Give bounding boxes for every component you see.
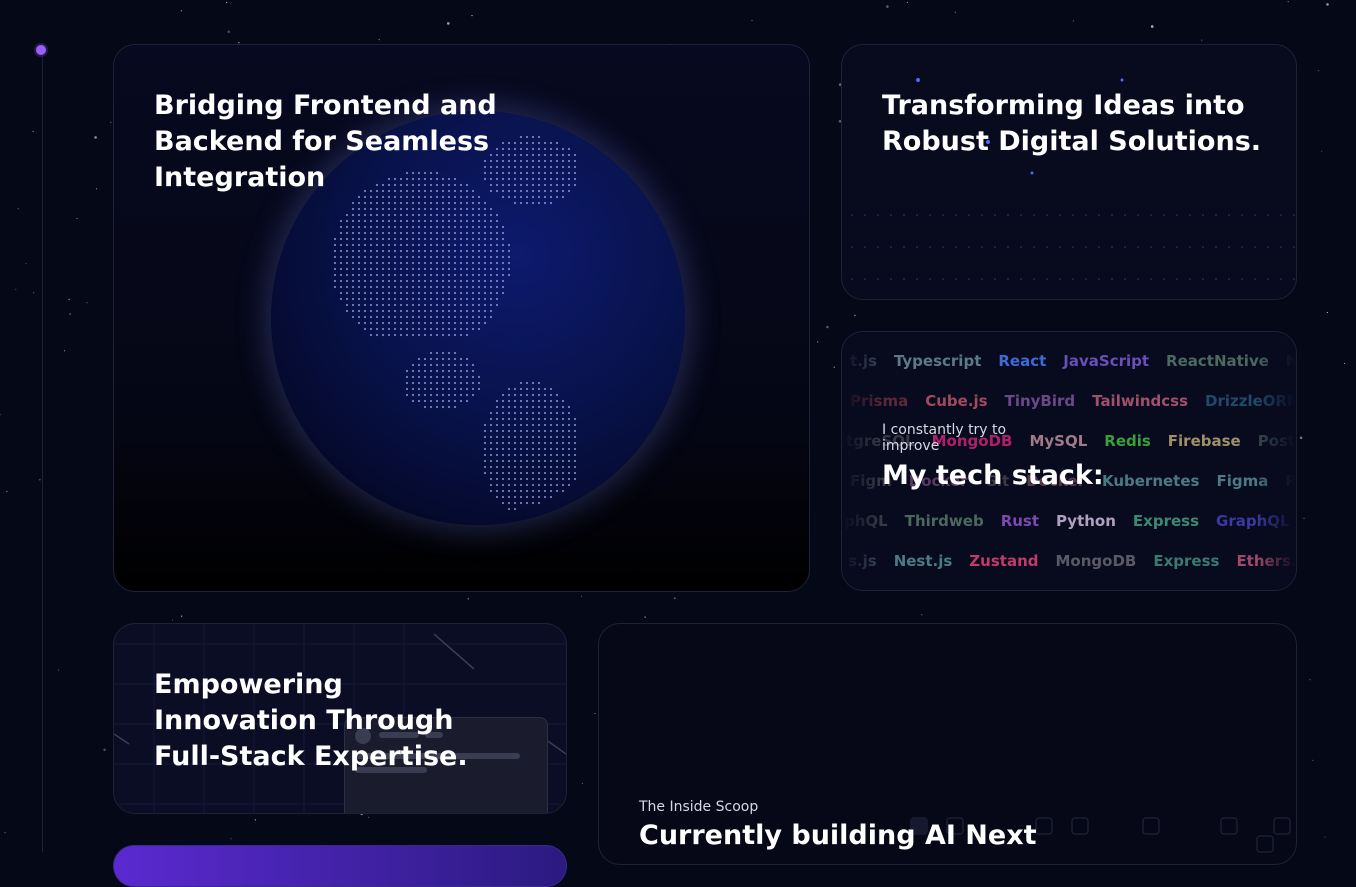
tech-stack-subtitle: I constantly try to improve	[882, 422, 1007, 454]
tech-stack-item: JavaScript	[1063, 352, 1150, 370]
tech-stack-card: t.jsTypescriptReactJavaScriptReactNative…	[841, 331, 1297, 591]
inside-scoop-title: Currently building AI Next	[639, 820, 1037, 851]
tech-stack-row: t.jsTypescriptReactJavaScriptReactNative…	[850, 352, 1296, 370]
tech-stack-item: MongoDB	[1055, 552, 1137, 570]
tech-stack-item: ReactNative	[1166, 352, 1269, 370]
tech-stack-item: Rust	[1000, 512, 1040, 530]
tech-stack-item: TinyBird	[1004, 392, 1076, 410]
purple-card	[113, 845, 567, 887]
tech-stack-item: Firebase	[1167, 432, 1241, 450]
globe-card-title: Bridging Frontend and Backend for Seamle…	[154, 90, 497, 193]
empower-card: Empowering Innovation Through Full-Stack…	[113, 623, 567, 814]
empower-card-title: Empowering Innovation Through Full-Stack…	[154, 669, 468, 772]
tech-stack-row: s.jsNest.jsZustandMongoDBExpressEthers.j…	[848, 552, 1296, 570]
tech-stack-title: My tech stack:	[882, 460, 1104, 491]
tech-stack-row: phQLThirdwebRustPythonExpressGraphQLT	[844, 512, 1296, 530]
tech-stack-item: Typescript	[893, 352, 982, 370]
tech-stack-item: Express	[1132, 512, 1200, 530]
tech-stack-item: Redis	[1104, 432, 1151, 450]
tech-stack-item: Zustand	[969, 552, 1039, 570]
globe-card: Bridging Frontend and Backend for Seamle…	[113, 44, 810, 592]
inside-scoop-card: The Inside Scoop Currently building AI N…	[598, 623, 1297, 865]
timeline-line	[42, 52, 43, 852]
ideas-card-title: Transforming Ideas into Robust Digital S…	[882, 90, 1262, 157]
tech-stack-item: Nest.js	[893, 552, 953, 570]
ideas-card: Transforming Ideas into Robust Digital S…	[841, 44, 1297, 300]
dot-grid-background	[851, 78, 1295, 280]
timeline-dot	[36, 45, 46, 55]
tech-stack-item: Python	[1056, 512, 1116, 530]
tech-stack-item: React	[998, 352, 1047, 370]
tech-stack-row: PrismaCube.jsTinyBirdTailwindcssDrizzleO…	[850, 392, 1296, 410]
inside-scoop-subtitle: The Inside Scoop	[639, 799, 759, 815]
tech-stack-item: Thirdweb	[904, 512, 984, 530]
tech-stack-item: Express	[1153, 552, 1220, 570]
tech-stack-item: Tailwindcss	[1092, 392, 1189, 410]
tech-stack-item: Cube.js	[925, 392, 988, 410]
tech-stack-item: Kubernetes	[1101, 472, 1200, 490]
